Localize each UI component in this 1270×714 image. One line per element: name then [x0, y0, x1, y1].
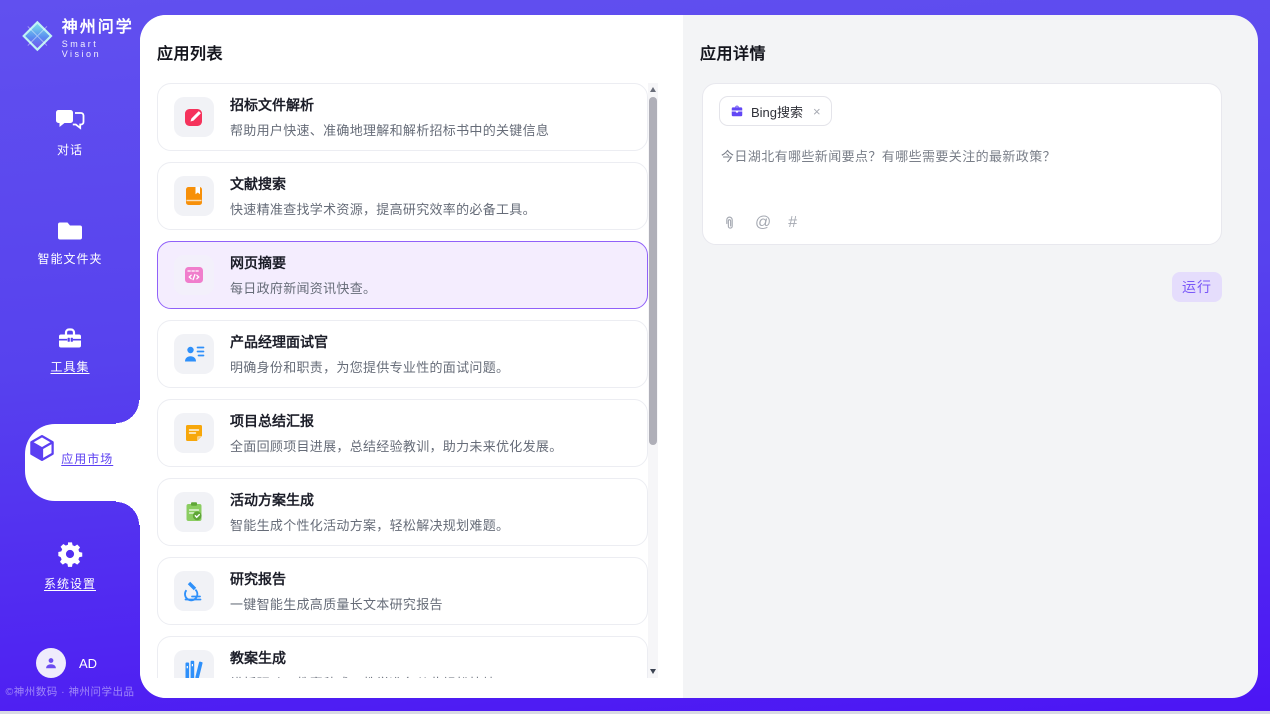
- run-button[interactable]: 运行: [1172, 272, 1222, 302]
- app-card-description: 模板驱动，教案秒成，教学准备从此轻松快捷: [230, 673, 496, 678]
- scrollbar-thumb[interactable]: [649, 97, 657, 445]
- app-card-title: 产品经理面试官: [230, 332, 509, 352]
- sidebar-item-label: 系统设置: [44, 575, 96, 592]
- app-card-lesson-plan[interactable]: 教案生成 模板驱动，教案秒成，教学准备从此轻松快捷: [157, 636, 648, 678]
- app-card-title: 项目总结汇报: [230, 411, 563, 431]
- app-list-scrollbar[interactable]: [648, 83, 658, 678]
- sidebar-item-label: 工具集: [50, 358, 89, 375]
- prompt-card[interactable]: Bing搜索 × 今日湖北有哪些新闻要点？有哪些需要关注的最新政策？ @ #: [702, 83, 1222, 245]
- tool-tag-label: Bing搜索: [751, 102, 803, 121]
- sidebar-item-settings[interactable]: 系统设置: [0, 540, 140, 593]
- microscope-icon: [174, 571, 214, 611]
- tool-tag-bing-search[interactable]: Bing搜索 ×: [719, 96, 832, 126]
- gear-icon: [56, 540, 84, 568]
- toolbox-icon: [56, 326, 84, 351]
- user-icon: [42, 654, 60, 672]
- topic-icon[interactable]: #: [788, 214, 797, 232]
- app-card-activity-plan[interactable]: 活动方案生成 智能生成个性化活动方案，轻松解决规划难题。: [157, 478, 648, 546]
- app-card-web-summary[interactable]: 网页摘要 每日政府新闻资讯快查。: [157, 241, 648, 309]
- app-card-description: 明确身份和职责，为您提供专业性的面试问题。: [230, 357, 509, 376]
- sidebar-item-smart-folder[interactable]: 智能文件夹: [0, 218, 140, 268]
- copyright-text: ©神州数码 · 神州问学出品: [0, 684, 140, 699]
- brand: 神州问学 Smart Vision: [18, 13, 140, 59]
- close-icon[interactable]: ×: [813, 104, 821, 119]
- mention-icon[interactable]: @: [755, 214, 771, 232]
- app-card-description: 全面回顾项目进展，总结经验教训，助力未来优化发展。: [230, 436, 563, 455]
- app-card-list: 招标文件解析 帮助用户快速、准确地理解和解析招标书中的关键信息 文献搜索: [157, 83, 648, 678]
- briefcase-icon: [730, 104, 744, 118]
- brand-name: 神州问学: [62, 13, 140, 37]
- content-area: 应用列表 招标文件解析 帮助用户快速、准确地理解和解析招标书中的关键信息: [140, 15, 1258, 698]
- sidebar-item-chat[interactable]: 对话: [0, 108, 140, 159]
- app-card-description: 帮助用户快速、准确地理解和解析招标书中的关键信息: [230, 120, 549, 139]
- sidebar-item-app-market[interactable]: 应用市场: [25, 424, 141, 501]
- user-initials: AD: [79, 656, 97, 671]
- sidebar: 神州问学 Smart Vision 对话 智能文件夹: [0, 0, 140, 711]
- clipboard-check-icon: [174, 492, 214, 532]
- app-card-project-summary[interactable]: 项目总结汇报 全面回顾项目进展，总结经验教训，助力未来优化发展。: [157, 399, 648, 467]
- app-detail-title: 应用详情: [700, 40, 766, 64]
- app-card-tender-analysis[interactable]: 招标文件解析 帮助用户快速、准确地理解和解析招标书中的关键信息: [157, 83, 648, 151]
- app-card-description: 快速精准查找学术资源，提高研究效率的必备工具。: [230, 199, 536, 218]
- app-card-title: 招标文件解析: [230, 95, 549, 115]
- app-list-panel: 应用列表 招标文件解析 帮助用户快速、准确地理解和解析招标书中的关键信息: [140, 15, 683, 698]
- app-list-title: 应用列表: [157, 40, 223, 64]
- app-frame: 神州问学 Smart Vision 对话 智能文件夹: [0, 0, 1270, 711]
- books-icon: [174, 650, 214, 678]
- app-card-title: 活动方案生成: [230, 490, 509, 510]
- scrollbar-down-icon[interactable]: [650, 669, 656, 674]
- sidebar-item-label: 对话: [57, 141, 83, 158]
- scrollbar-up-icon[interactable]: [650, 87, 656, 92]
- sticky-note-icon: [174, 413, 214, 453]
- brand-tagline: Smart Vision: [62, 39, 140, 59]
- paperclip-icon[interactable]: [721, 215, 738, 232]
- folder-icon: [56, 218, 84, 243]
- interviewer-icon: [174, 334, 214, 374]
- sidebar-item-label: 应用市场: [61, 450, 113, 467]
- app-card-title: 文献搜索: [230, 174, 536, 194]
- prompt-input[interactable]: 今日湖北有哪些新闻要点？有哪些需要关注的最新政策？: [721, 146, 1201, 165]
- composer-toolbar: @ #: [721, 214, 797, 232]
- app-card-pm-interviewer[interactable]: 产品经理面试官 明确身份和职责，为您提供专业性的面试问题。: [157, 320, 648, 388]
- user-account[interactable]: AD: [36, 648, 97, 678]
- app-card-research-report[interactable]: 研究报告 一键智能生成高质量长文本研究报告: [157, 557, 648, 625]
- logo-icon: [18, 16, 57, 56]
- document-pen-icon: [174, 97, 214, 137]
- sidebar-item-label: 智能文件夹: [37, 250, 102, 267]
- avatar: [36, 648, 66, 678]
- app-card-literature-search[interactable]: 文献搜索 快速精准查找学术资源，提高研究效率的必备工具。: [157, 162, 648, 230]
- app-card-title: 网页摘要: [230, 253, 376, 273]
- app-card-description: 每日政府新闻资讯快查。: [230, 278, 376, 297]
- app-card-title: 教案生成: [230, 648, 496, 668]
- app-card-description: 一键智能生成高质量长文本研究报告: [230, 594, 443, 613]
- app-card-description: 智能生成个性化活动方案，轻松解决规划难题。: [230, 515, 509, 534]
- sidebar-item-toolset[interactable]: 工具集: [0, 326, 140, 376]
- cube-icon: [27, 433, 57, 463]
- book-icon: [174, 176, 214, 216]
- app-card-title: 研究报告: [230, 569, 443, 589]
- browser-code-icon: [174, 255, 214, 295]
- chat-icon: [55, 108, 85, 134]
